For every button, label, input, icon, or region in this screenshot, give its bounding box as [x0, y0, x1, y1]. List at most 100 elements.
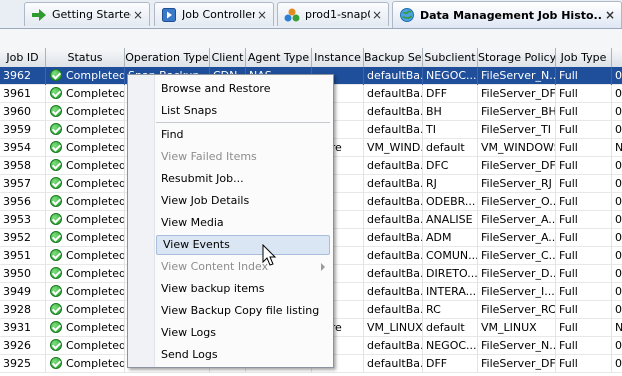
- cell-job-type: Full: [556, 211, 612, 229]
- cell-backup-set: defaultBa...: [364, 175, 423, 193]
- menu-item-view-failed-items[interactable]: View Failed Items: [155, 147, 331, 167]
- cell-subclient: RC: [423, 301, 478, 319]
- cell-storage-policy: FileServer_BH: [478, 103, 556, 121]
- mouse-cursor-icon: [262, 244, 277, 266]
- close-icon[interactable]: ×: [603, 8, 617, 22]
- cell-job-type: Full: [556, 139, 612, 157]
- cell-subclient: DFF: [423, 85, 478, 103]
- menu-item-view-logs[interactable]: View Logs: [155, 323, 331, 343]
- column-header-job-type[interactable]: Job Type: [556, 48, 612, 67]
- column-header-agent-type[interactable]: Agent Type: [246, 48, 312, 67]
- context-menu: Browse and Restore List Snaps Find View Fai…: [127, 74, 334, 368]
- close-icon[interactable]: ×: [370, 8, 384, 22]
- play-icon: [161, 7, 177, 23]
- menu-item-view-backup-copy-file-listing[interactable]: View Backup Copy file listing: [155, 301, 331, 321]
- cell-extra: 0: [612, 301, 622, 319]
- cell-job-id: 3962: [0, 67, 46, 85]
- column-header-storage-policy[interactable]: Storage Policy: [478, 48, 556, 67]
- cell-extra: 0: [612, 337, 622, 355]
- tab-getting-started[interactable]: Getting Started ×: [24, 2, 150, 26]
- completed-check-icon: [50, 69, 62, 81]
- completed-check-icon: [50, 267, 62, 279]
- cell-extra: 0: [612, 175, 622, 193]
- cell-backup-set: defaultBa...: [364, 301, 423, 319]
- tab-data-management-job-history[interactable]: Data Management Job Histo... ×: [392, 1, 622, 28]
- tab-bar: Getting Started × Job Controller × prod1…: [0, 0, 622, 29]
- status-label: Completed: [66, 105, 125, 118]
- column-header-status[interactable]: Status: [46, 48, 125, 67]
- menu-item-find[interactable]: Find: [155, 125, 331, 145]
- menu-item-view-media[interactable]: View Media: [155, 213, 331, 233]
- cell-extra: 0: [612, 103, 622, 121]
- cell-subclient: default: [423, 319, 478, 337]
- menu-item-send-logs[interactable]: Send Logs: [155, 345, 331, 365]
- cell-status: Completed: [46, 121, 125, 139]
- status-label: Completed: [66, 231, 125, 244]
- cell-status: Completed: [46, 139, 125, 157]
- cell-job-type: Full: [556, 337, 612, 355]
- cell-backup-set: defaultBa...: [364, 247, 423, 265]
- column-header-instance[interactable]: Instance: [312, 48, 364, 67]
- cell-extra: 0: [612, 121, 622, 139]
- tab-job-controller[interactable]: Job Controller ×: [154, 2, 274, 26]
- status-label: Completed: [66, 69, 125, 82]
- column-header-client[interactable]: Client: [210, 48, 246, 67]
- cell-extra: N: [612, 139, 622, 157]
- menu-item-list-snaps[interactable]: List Snaps: [155, 101, 331, 121]
- menu-item-view-content-index[interactable]: View Content Index: [155, 257, 331, 277]
- cell-job-id: 3949: [0, 283, 46, 301]
- close-icon[interactable]: ×: [255, 8, 269, 22]
- column-header-subclient[interactable]: Subclient: [423, 48, 478, 67]
- menu-item-view-job-details[interactable]: View Job Details: [155, 191, 331, 211]
- cell-job-id: 3961: [0, 85, 46, 103]
- menu-item-view-backup-items[interactable]: View backup items: [155, 279, 331, 299]
- cell-subclient: COMUN...: [423, 247, 478, 265]
- menu-item-view-events[interactable]: View Events: [156, 235, 330, 255]
- cell-status: Completed: [46, 319, 125, 337]
- status-label: Completed: [66, 303, 125, 316]
- completed-check-icon: [50, 249, 62, 261]
- column-header-extra[interactable]: F: [612, 48, 622, 67]
- cell-storage-policy: FileServer_DFF: [478, 355, 556, 373]
- menu-separator: [156, 122, 330, 123]
- cell-storage-policy: FileServer_A...: [478, 229, 556, 247]
- menu-icon-gutter: [128, 75, 155, 367]
- cell-extra: 0: [612, 67, 622, 85]
- cell-storage-policy: FileServer_I...: [478, 283, 556, 301]
- toolbar-strip: [0, 29, 622, 49]
- status-label: Completed: [66, 141, 125, 154]
- cell-backup-set: defaultBa...: [364, 337, 423, 355]
- menu-item-browse-and-restore[interactable]: Browse and Restore: [155, 79, 331, 99]
- completed-check-icon: [50, 231, 62, 243]
- cell-job-type: Full: [556, 121, 612, 139]
- status-label: Completed: [66, 195, 125, 208]
- cell-job-id: 3958: [0, 157, 46, 175]
- cell-job-id: 3956: [0, 193, 46, 211]
- cell-job-id: 3950: [0, 265, 46, 283]
- cell-storage-policy: FileServer_TI: [478, 121, 556, 139]
- cell-backup-set: defaultBa...: [364, 229, 423, 247]
- tab-label: Getting Started: [52, 8, 131, 21]
- cell-storage-policy: FileServer_C...: [478, 247, 556, 265]
- cell-backup-set: defaultBa...: [364, 157, 423, 175]
- column-header-operation-type[interactable]: Operation Type: [125, 48, 210, 67]
- cell-backup-set: defaultBa...: [364, 103, 423, 121]
- column-header-backup-set[interactable]: Backup Set: [364, 48, 423, 67]
- cell-subclient: NEGOC...: [423, 337, 478, 355]
- completed-check-icon: [50, 213, 62, 225]
- tab-label: Job Controller: [182, 8, 255, 21]
- menu-item-resubmit-job[interactable]: Resubmit Job...: [155, 169, 331, 189]
- close-icon[interactable]: ×: [131, 8, 145, 22]
- cell-extra: 0: [612, 157, 622, 175]
- cell-job-id: 3926: [0, 337, 46, 355]
- tab-prod1-snap01[interactable]: prod1-snap01 ×: [277, 2, 389, 26]
- green-arrow-icon: [31, 7, 47, 23]
- cell-status: Completed: [46, 193, 125, 211]
- status-label: Completed: [66, 285, 125, 298]
- column-header-job-id[interactable]: Job ID: [0, 48, 46, 67]
- cell-status: Completed: [46, 265, 125, 283]
- tab-label: Data Management Job Histo...: [420, 8, 603, 22]
- cell-job-type: Full: [556, 157, 612, 175]
- cell-status: Completed: [46, 157, 125, 175]
- cell-job-id: 3954: [0, 139, 46, 157]
